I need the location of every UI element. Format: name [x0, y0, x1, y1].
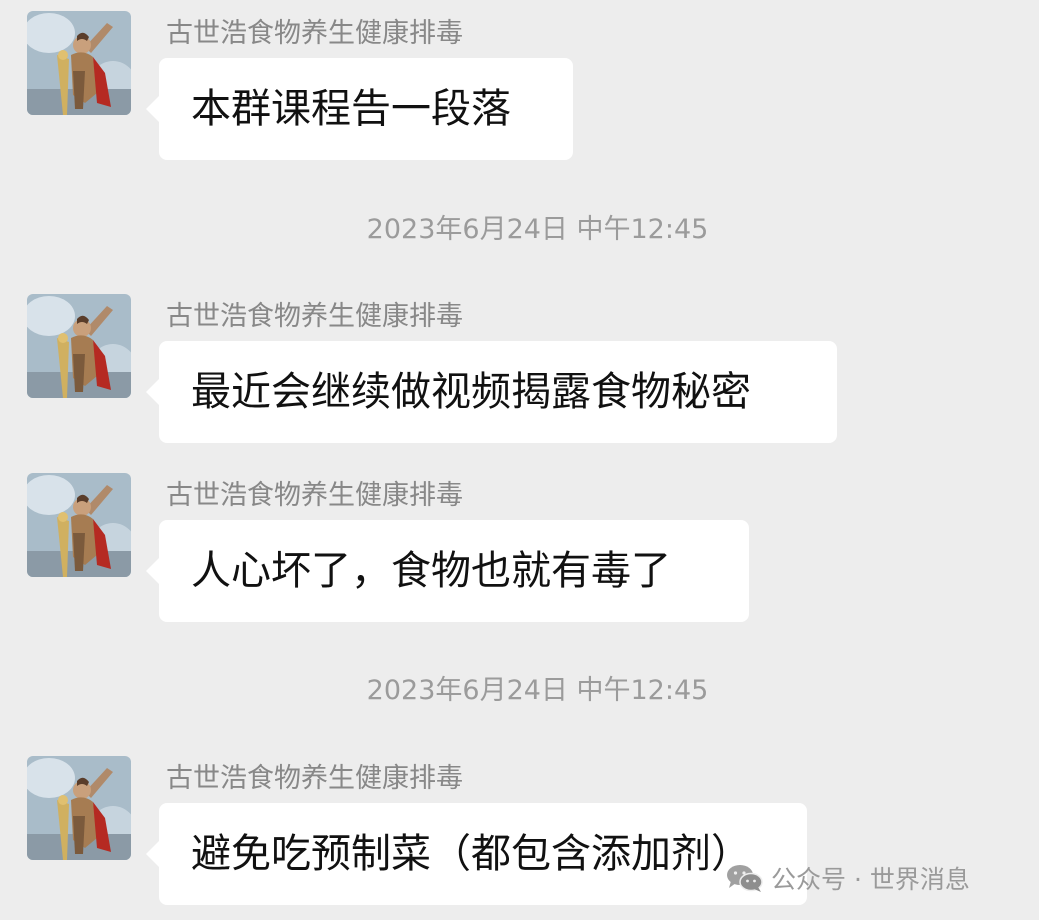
wechat-icon — [727, 865, 763, 892]
timestamp: 2023年6月24日 中午12:45 — [366, 675, 709, 706]
message-bubble[interactable]: 避免吃预制菜（都包含添加剂） — [146, 803, 807, 905]
watermark-text: 公众号 · 世界消息 — [771, 865, 970, 894]
timestamp: 2023年6月24日 中午12:45 — [366, 214, 709, 245]
message-bubble[interactable]: 人心坏了，食物也就有毒了 — [146, 520, 749, 622]
sender-name: 古世浩食物养生健康排毒 — [166, 480, 463, 511]
avatar[interactable] — [27, 11, 131, 115]
message-bubble[interactable]: 本群课程告一段落 — [146, 58, 573, 160]
avatar[interactable] — [27, 473, 131, 577]
sender-name: 古世浩食物养生健康排毒 — [166, 18, 463, 49]
avatar[interactable] — [27, 756, 131, 860]
sender-name: 古世浩食物养生健康排毒 — [166, 301, 463, 332]
watermark: 公众号 · 世界消息 — [725, 860, 970, 896]
sender-name: 古世浩食物养生健康排毒 — [166, 763, 463, 794]
message-bubble[interactable]: 最近会继续做视频揭露食物秘密 — [146, 341, 837, 443]
avatar[interactable] — [27, 294, 131, 398]
chat-history: 古世浩食物养生健康排毒 本群课程告一段落 2023年6月24日 中午12:45 … — [0, 0, 1039, 920]
